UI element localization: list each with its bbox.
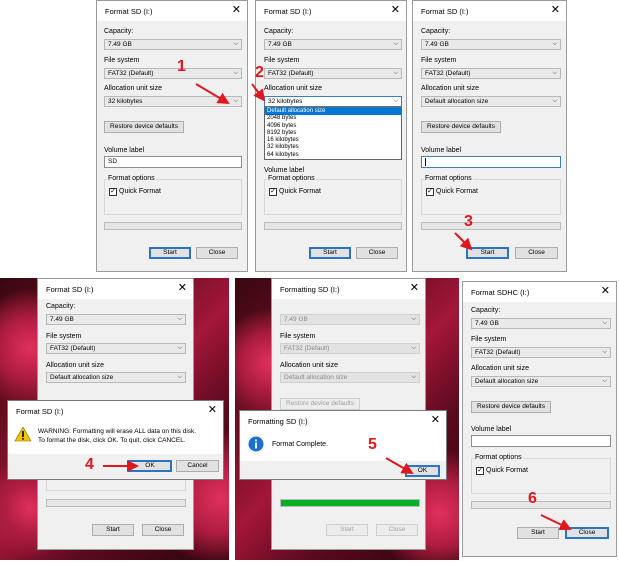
arrow-step-6 xyxy=(540,514,572,531)
arrow-step-5 xyxy=(385,457,414,474)
arrow-step-2 xyxy=(251,83,266,102)
arrow-step-1 xyxy=(195,83,230,105)
step-arrows xyxy=(103,83,572,531)
arrow-step-3 xyxy=(454,232,473,251)
